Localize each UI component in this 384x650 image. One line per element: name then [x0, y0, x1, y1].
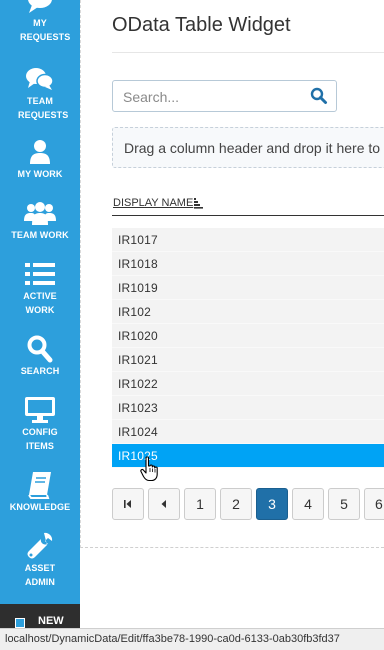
new-icon — [15, 618, 25, 628]
display-name-cell: IR102 — [118, 305, 152, 319]
display-name-cell: IR1019 — [118, 281, 158, 295]
display-name-cell: IR1020 — [118, 329, 158, 343]
book-icon — [27, 470, 53, 500]
table-row-selected[interactable]: IR1025 — [112, 444, 384, 468]
wrench-icon — [26, 531, 54, 561]
sidebar-item-search[interactable]: SEARCH — [0, 334, 80, 378]
page-button-5[interactable]: 5 — [328, 488, 360, 520]
sidebar-item-team-work[interactable]: TEAM WORK — [0, 198, 80, 242]
page-button-3-current[interactable]: 3 — [256, 488, 288, 520]
sidebar-item-label: ACTIVE WORK — [23, 291, 57, 315]
users-icon — [24, 198, 56, 228]
sidebar-item-label: SEARCH — [20, 366, 60, 376]
monitor-icon — [25, 395, 55, 425]
user-icon — [29, 137, 51, 167]
page-button-2[interactable]: 2 — [220, 488, 252, 520]
browser-status-bar: localhost/DynamicData/Edit/ffa3be78-1990… — [0, 628, 384, 650]
page-button-6[interactable]: 6 — [364, 488, 384, 520]
prev-page-button[interactable] — [148, 488, 180, 520]
sidebar-item-active-work[interactable]: ACTIVE WORK — [0, 259, 80, 317]
display-name-cell: IR1022 — [118, 377, 158, 391]
sidebar-item-label: MY WORK — [17, 169, 63, 179]
sidebar-item-my-requests[interactable]: MY REQUESTS — [0, 0, 80, 44]
sidebar-item-label: CONFIG ITEMS — [22, 427, 58, 451]
widget-title: OData Table Widget — [112, 14, 291, 36]
table-row[interactable]: IR1021 — [112, 348, 384, 372]
prev-page-icon — [161, 500, 166, 508]
table-row[interactable]: IR1020 — [112, 324, 384, 348]
sidebar-item-asset-admin[interactable]: ASSET ADMIN — [0, 531, 80, 589]
search-icon[interactable] — [310, 87, 328, 105]
sidebar-item-team-requests[interactable]: TEAM REQUESTS — [0, 64, 80, 122]
group-drop-zone[interactable]: Drag a column header and drop it here to… — [112, 127, 384, 168]
table-row[interactable]: IR1017 — [112, 228, 384, 252]
sidebar-item-label: NEW — [38, 615, 64, 627]
sidebar-item-label: TEAM REQUESTS — [18, 96, 69, 120]
search-icon — [27, 334, 53, 364]
chat-bubbles-icon — [25, 64, 55, 94]
table-row[interactable]: IR102 — [112, 300, 384, 324]
display-name-cell: IR1018 — [118, 257, 158, 271]
sidebar-item-label: ASSET ADMIN — [24, 563, 56, 587]
speech-bubble-icon — [26, 0, 54, 16]
search-placeholder: Search... — [123, 89, 180, 105]
sidebar-item-knowledge[interactable]: KNOWLEDGE — [0, 470, 80, 514]
link-preview-url: localhost/DynamicData/Edit/ffa3be78-1990… — [5, 633, 340, 645]
display-name-cell: IR1017 — [118, 233, 158, 247]
table-row[interactable]: IR1024 — [112, 420, 384, 444]
page-button-1[interactable]: 1 — [184, 488, 216, 520]
table-row[interactable]: IR1023 — [112, 396, 384, 420]
grid-header: DISPLAY NAME — [112, 192, 384, 216]
column-header-display-name[interactable]: DISPLAY NAME — [113, 197, 193, 209]
display-name-cell: IR1023 — [118, 401, 158, 415]
table-row[interactable]: IR1022 — [112, 372, 384, 396]
display-name-cell: IR1024 — [118, 425, 158, 439]
sidebar-item-label: KNOWLEDGE — [9, 502, 71, 512]
sidebar: MY REQUESTS TEAM REQUESTS MY WORK TEAM W… — [0, 0, 80, 650]
display-name-cell: IR1025 — [118, 449, 158, 463]
sidebar-item-label: TEAM WORK — [11, 230, 69, 240]
grid-body: IR1017 IR1018 IR1019 IR102 IR1020 IR1021… — [112, 228, 384, 468]
sidebar-item-new[interactable]: NEW — [0, 612, 80, 628]
sort-ascending-icon[interactable] — [193, 196, 205, 214]
sidebar-item-label: MY REQUESTS — [20, 18, 71, 42]
odata-table-widget: OData Table Widget Search... Drag a colu… — [80, 0, 384, 548]
page-button-4[interactable]: 4 — [292, 488, 324, 520]
first-page-icon — [124, 500, 131, 508]
table-row[interactable]: IR1018 — [112, 252, 384, 276]
list-icon — [25, 259, 55, 289]
sidebar-item-config-items[interactable]: CONFIG ITEMS — [0, 395, 80, 453]
table-row[interactable]: IR1019 — [112, 276, 384, 300]
first-page-button[interactable] — [112, 488, 144, 520]
main-panel: OData Table Widget Search... Drag a colu… — [80, 0, 384, 650]
display-name-cell: IR1021 — [118, 353, 158, 367]
search-input[interactable]: Search... — [112, 80, 337, 112]
group-drop-hint: Drag a column header and drop it here to… — [124, 140, 384, 156]
sidebar-item-my-work[interactable]: MY WORK — [0, 137, 80, 181]
title-divider — [112, 52, 384, 53]
